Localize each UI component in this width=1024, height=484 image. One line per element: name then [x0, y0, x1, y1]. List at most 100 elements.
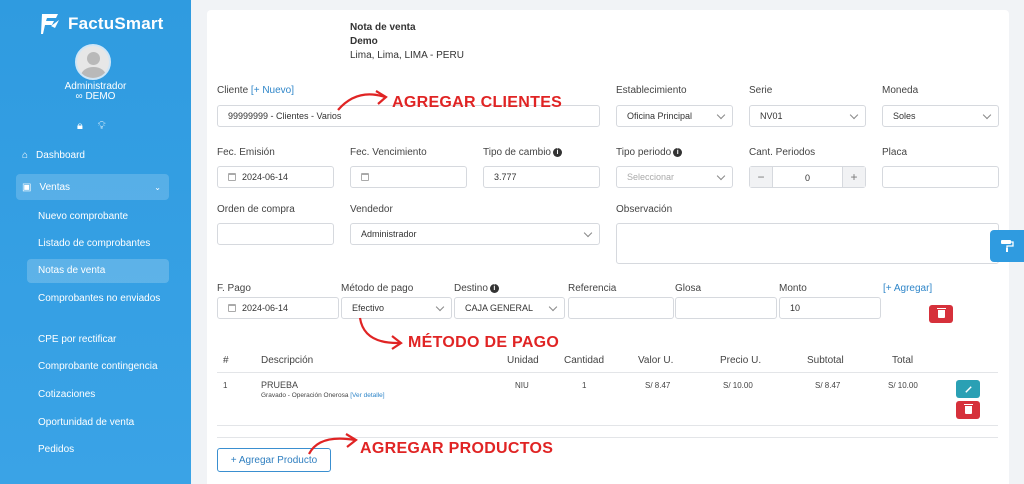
- info-icon[interactable]: i: [673, 147, 683, 157]
- sidebar-item-dashboard[interactable]: ⌂ Dashboard: [16, 142, 169, 168]
- annotation-agregar-clientes: AGREGAR CLIENTES: [392, 94, 563, 111]
- delete-payment-button[interactable]: [929, 305, 953, 323]
- minus-button[interactable]: −: [750, 167, 772, 187]
- annotation-arrow-productos: [308, 433, 358, 455]
- observacion-textarea[interactable]: [616, 223, 999, 264]
- row-subtotal: S/ 8.47: [815, 381, 841, 390]
- sidebar-sub-listado-comprobantes[interactable]: Listado de comprobantes: [27, 237, 169, 251]
- lock-icon[interactable]: 🔒︎: [77, 120, 83, 133]
- trash-icon: [936, 308, 946, 318]
- placa-input[interactable]: [882, 166, 999, 188]
- tipo-periodo-select[interactable]: Seleccionar: [616, 166, 733, 188]
- destino-select[interactable]: CAJA GENERAL: [454, 297, 565, 319]
- row-description: PRUEBA: [261, 380, 299, 390]
- fec-vencimiento-input[interactable]: [350, 166, 467, 188]
- monto-input[interactable]: 10: [779, 297, 881, 319]
- paint-roller-icon: [1001, 240, 1014, 252]
- referencia-label: Referencia: [568, 283, 617, 294]
- fec-vencimiento-label: Fec. Vencimiento: [350, 147, 427, 158]
- chevron-down-icon: [583, 228, 593, 238]
- sidebar-sub-oportunidad[interactable]: Oportunidad de venta: [27, 416, 169, 430]
- th-unidad: Unidad: [507, 355, 539, 366]
- cliente-new-link[interactable]: [+ Nuevo]: [251, 85, 294, 96]
- delete-row-button[interactable]: [956, 401, 980, 419]
- serie-select[interactable]: NV01: [749, 105, 866, 127]
- brand-logo[interactable]: FactuSmart: [38, 12, 164, 36]
- glosa-label: Glosa: [675, 283, 702, 294]
- fec-emision-label: Fec. Emisión: [217, 147, 275, 158]
- sidebar-sub-notas-venta[interactable]: Notas de venta: [27, 259, 169, 283]
- sidebar-sub-cpe-rectificar[interactable]: CPE por rectificar: [27, 333, 169, 347]
- th-total: Total: [892, 355, 914, 366]
- moneda-label: Moneda: [882, 85, 919, 96]
- moneda-select[interactable]: Soles: [882, 105, 999, 127]
- calendar-icon: [361, 173, 369, 181]
- sidebar: FactuSmart Administrador ∞ DEMO 🔒︎ 💡︎ ⌂ …: [0, 0, 191, 484]
- metodo-pago-label: Método de pago: [341, 283, 414, 294]
- sidebar-item-ventas[interactable]: ▣ Ventas ⌄: [16, 174, 169, 200]
- sidebar-sub-nuevo-comprobante[interactable]: Nuevo comprobante: [27, 210, 169, 224]
- sidebar-sub-contingencia[interactable]: Comprobante contingencia: [27, 360, 169, 374]
- row-description-sub: Gravado - Operación Onerosa [Ver detalle…: [261, 392, 385, 399]
- orden-compra-label: Orden de compra: [217, 204, 295, 215]
- sidebar-sub-no-enviados[interactable]: Comprobantes no enviados: [27, 292, 169, 306]
- floating-settings-button[interactable]: [990, 230, 1024, 262]
- chevron-down-icon: [716, 171, 726, 181]
- referencia-input[interactable]: [568, 297, 674, 319]
- serie-label: Serie: [749, 85, 773, 96]
- table-row-divider: [217, 425, 998, 426]
- info-icon[interactable]: i: [553, 147, 562, 157]
- avatar[interactable]: [75, 44, 111, 80]
- company-address: Lima, Lima, LIMA - PERU: [350, 50, 464, 61]
- company-info: Nota de venta Demo Lima, Lima, LIMA - PE…: [350, 21, 464, 63]
- chevron-down-icon: [716, 110, 726, 120]
- agregar-pago-link[interactable]: [+ Agregar]: [883, 283, 932, 294]
- cant-periodos-stepper: − 0 +: [749, 166, 866, 188]
- chevron-down-icon: [849, 110, 859, 120]
- calendar-icon: [228, 304, 236, 312]
- plus-button[interactable]: +: [843, 167, 865, 187]
- th-descripcion: Descripción: [261, 355, 314, 366]
- annotation-agregar-productos: AGREGAR PRODUCTOS: [360, 440, 554, 457]
- ver-detalle-link[interactable]: [Ver detalle]: [350, 392, 384, 399]
- company-name: Demo: [350, 36, 378, 47]
- f-pago-input[interactable]: 2024-06-14: [217, 297, 339, 319]
- establecimiento-select[interactable]: Oficina Principal: [616, 105, 733, 127]
- calendar-icon: [228, 173, 236, 181]
- sidebar-sub-pedidos[interactable]: Pedidos: [27, 443, 169, 457]
- orden-compra-input[interactable]: [217, 223, 334, 245]
- tipo-cambio-input[interactable]: 3.777: [483, 166, 600, 188]
- chevron-down-icon: [548, 302, 558, 312]
- brand-name: FactuSmart: [68, 14, 164, 33]
- row-unidad: NIU: [515, 381, 529, 390]
- info-icon[interactable]: i: [489, 283, 499, 293]
- edit-row-button[interactable]: [956, 380, 980, 398]
- fec-emision-input[interactable]: 2024-06-14: [217, 166, 334, 188]
- monto-label: Monto: [779, 283, 807, 294]
- link-icon: ∞: [75, 91, 86, 102]
- agregar-pago-wrap: [+ Agregar]: [883, 283, 932, 294]
- home-icon: ⌂: [22, 149, 29, 161]
- chevron-down-icon: [435, 302, 445, 312]
- th-cantidad: Cantidad: [564, 355, 605, 366]
- cant-periodos-value[interactable]: 0: [772, 167, 843, 187]
- th-subtotal: Subtotal: [807, 355, 844, 366]
- glosa-input[interactable]: [675, 297, 777, 319]
- chevron-down-icon: ⌄: [154, 182, 161, 192]
- sidebar-sub-cotizaciones[interactable]: Cotizaciones: [27, 388, 169, 402]
- f-pago-label: F. Pago: [217, 283, 251, 294]
- row-num: 1: [223, 381, 228, 390]
- row-precio: S/ 10.00: [723, 381, 753, 390]
- row-cantidad: 1: [582, 381, 587, 390]
- lightbulb-icon[interactable]: 💡︎: [98, 120, 106, 133]
- vendedor-label: Vendedor: [350, 204, 393, 215]
- cart-icon: ▣: [22, 181, 32, 193]
- placa-label: Placa: [882, 147, 908, 158]
- chevron-down-icon: [982, 110, 992, 120]
- tipo-cambio-label: Tipo de cambio i: [483, 147, 562, 158]
- vendedor-select[interactable]: Administrador: [350, 223, 600, 245]
- table-header-divider: [217, 372, 998, 373]
- th-num: #: [223, 355, 229, 366]
- th-precio: Precio U.: [720, 355, 762, 366]
- destino-label: Destino i: [454, 283, 499, 294]
